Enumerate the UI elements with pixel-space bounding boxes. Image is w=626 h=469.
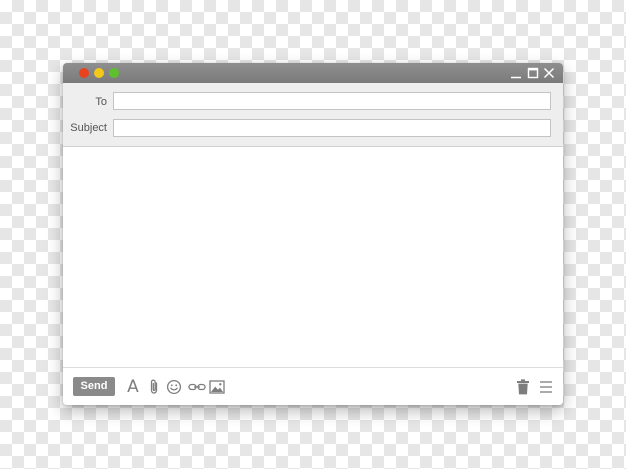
title-bar xyxy=(63,63,563,83)
subject-input[interactable] xyxy=(113,119,551,137)
message-body[interactable] xyxy=(63,147,563,367)
close-dot-icon[interactable] xyxy=(79,68,89,78)
link-icon[interactable] xyxy=(188,378,206,396)
font-icon[interactable]: A xyxy=(126,377,140,397)
zoom-dot-icon[interactable] xyxy=(109,68,119,78)
paperclip-icon[interactable] xyxy=(146,378,162,396)
send-button[interactable]: Send xyxy=(73,377,115,396)
close-icon[interactable] xyxy=(542,66,556,80)
compose-toolbar: Send A xyxy=(63,367,563,405)
image-icon[interactable] xyxy=(209,378,225,396)
subject-label: Subject xyxy=(70,122,107,134)
menu-icon[interactable] xyxy=(539,378,553,396)
compose-header: To Subject xyxy=(63,83,563,147)
minimize-dot-icon[interactable] xyxy=(94,68,104,78)
to-input[interactable] xyxy=(113,92,551,110)
maximize-icon[interactable] xyxy=(526,66,540,80)
email-compose-window: To Subject Send A xyxy=(63,63,563,405)
to-label: To xyxy=(95,96,107,108)
emoji-icon[interactable] xyxy=(166,378,182,396)
minimize-icon[interactable] xyxy=(509,66,523,80)
trash-icon[interactable] xyxy=(516,378,530,396)
